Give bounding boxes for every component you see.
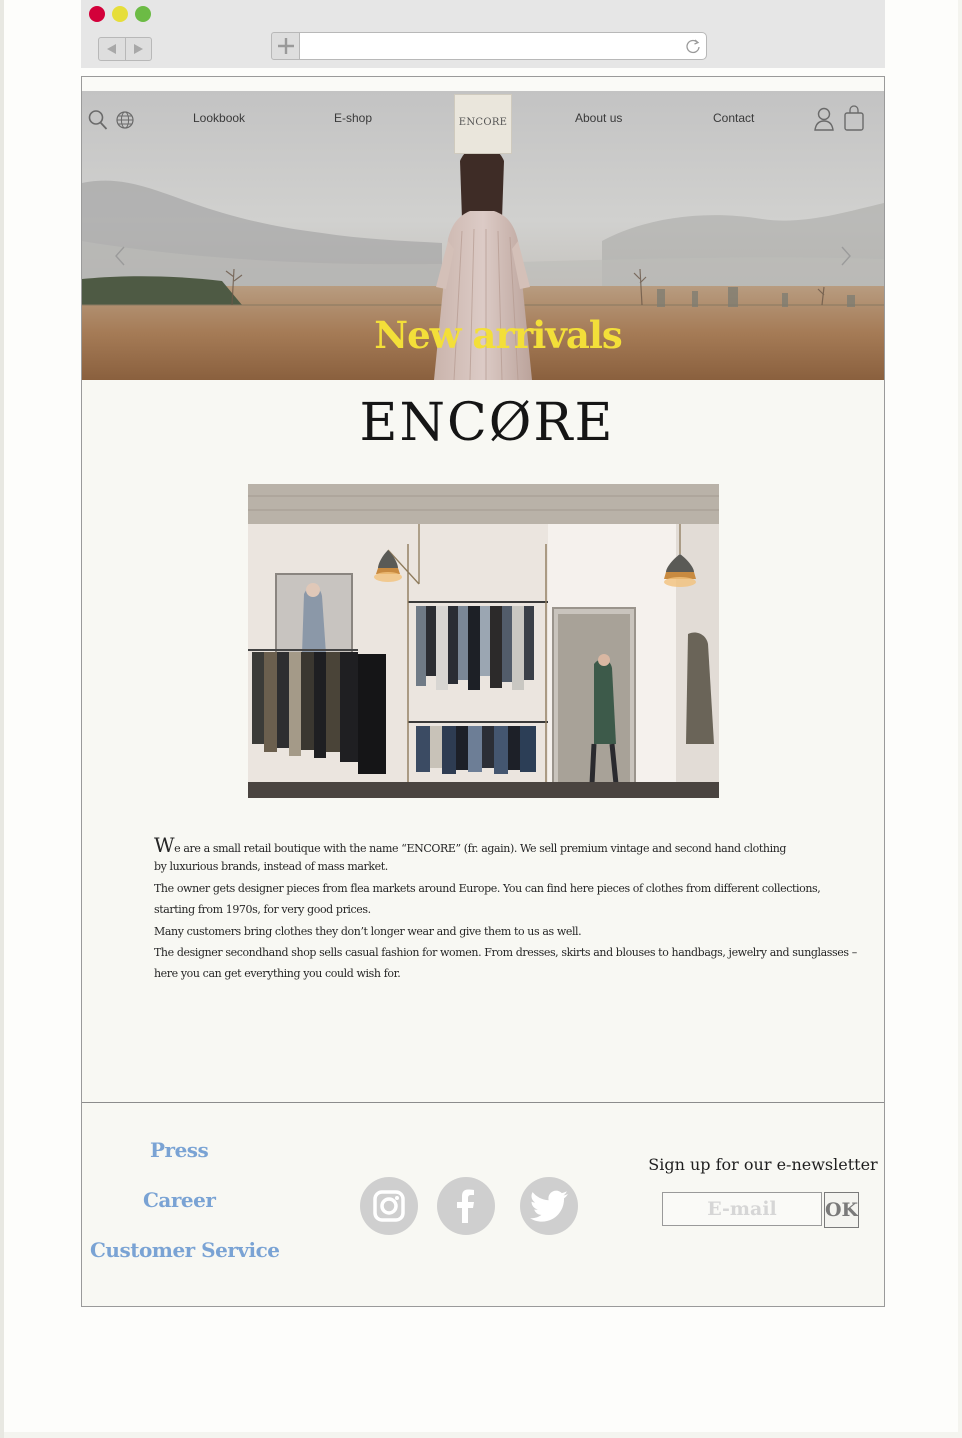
twitter-icon — [530, 1190, 568, 1222]
site-top-strip — [82, 77, 884, 91]
previous-slide-icon[interactable] — [114, 245, 126, 267]
facebook-icon — [457, 1189, 474, 1223]
hero-title[interactable]: New arrivals — [312, 313, 684, 357]
next-slide-icon[interactable] — [840, 245, 852, 267]
plus-icon — [278, 38, 294, 54]
triangle-right-icon — [134, 44, 143, 54]
shopping-bag-icon[interactable] — [843, 104, 865, 132]
newsletter-title: Sign up for our e-newsletter — [648, 1155, 878, 1174]
user-icon[interactable] — [813, 106, 835, 132]
back-button[interactable] — [99, 38, 126, 60]
nav-contact[interactable]: Contact — [713, 111, 754, 125]
browser-toolbar — [81, 0, 885, 68]
nav-lookbook[interactable]: Lookbook — [193, 111, 245, 125]
email-field[interactable]: E-mail — [662, 1192, 822, 1226]
logo[interactable]: ENCORE — [454, 94, 512, 154]
description-line-text: e are a small retail boutique with the n… — [174, 842, 787, 855]
logo-text: ENCORE — [458, 117, 508, 128]
globe-icon[interactable] — [115, 110, 135, 130]
forward-button[interactable] — [125, 38, 151, 60]
description-line: We are a small retail boutique with the … — [154, 833, 884, 857]
hero-banner: Lookbook E-shop ENCORE About us Contact … — [82, 91, 884, 380]
description-line: by luxurious brands, instead of mass mar… — [154, 860, 388, 874]
footer-link-career[interactable]: Career — [143, 1188, 216, 1212]
website: Lookbook E-shop ENCORE About us Contact … — [81, 76, 885, 1307]
drop-cap: W — [154, 833, 175, 857]
footer-divider — [82, 1102, 884, 1103]
maximize-window-button[interactable] — [135, 6, 151, 22]
description-line: The owner gets designer pieces from flea… — [154, 881, 821, 895]
minimize-window-button[interactable] — [112, 6, 128, 22]
instagram-icon — [373, 1190, 405, 1222]
store-photo — [248, 484, 719, 798]
history-buttons — [98, 37, 152, 61]
facebook-button[interactable] — [437, 1177, 495, 1235]
url-bar[interactable] — [299, 32, 707, 60]
nav-about-us[interactable]: About us — [575, 111, 622, 125]
brand-logo: ENCØRE — [359, 393, 615, 453]
reload-icon[interactable] — [684, 37, 702, 55]
about-description: We are a small retail boutique with the … — [154, 833, 884, 985]
description-line: starting from 1970s, for very good price… — [154, 903, 371, 917]
search-icon[interactable] — [88, 109, 108, 131]
instagram-button[interactable] — [360, 1177, 418, 1235]
triangle-left-icon — [107, 44, 116, 54]
footer-link-press[interactable]: Press — [150, 1138, 209, 1162]
description-line: here you can get everything you could wi… — [154, 967, 401, 981]
description-line: Many customers bring clothes they don’t … — [154, 924, 582, 938]
footer-link-customer-service[interactable]: Customer Service — [90, 1238, 280, 1262]
nav-eshop[interactable]: E-shop — [334, 111, 372, 125]
close-window-button[interactable] — [89, 6, 105, 22]
description-line: The designer secondhand shop sells casua… — [154, 945, 857, 959]
new-tab-button[interactable] — [271, 32, 301, 60]
twitter-button[interactable] — [520, 1177, 578, 1235]
newsletter-submit-button[interactable]: OK — [824, 1192, 859, 1228]
